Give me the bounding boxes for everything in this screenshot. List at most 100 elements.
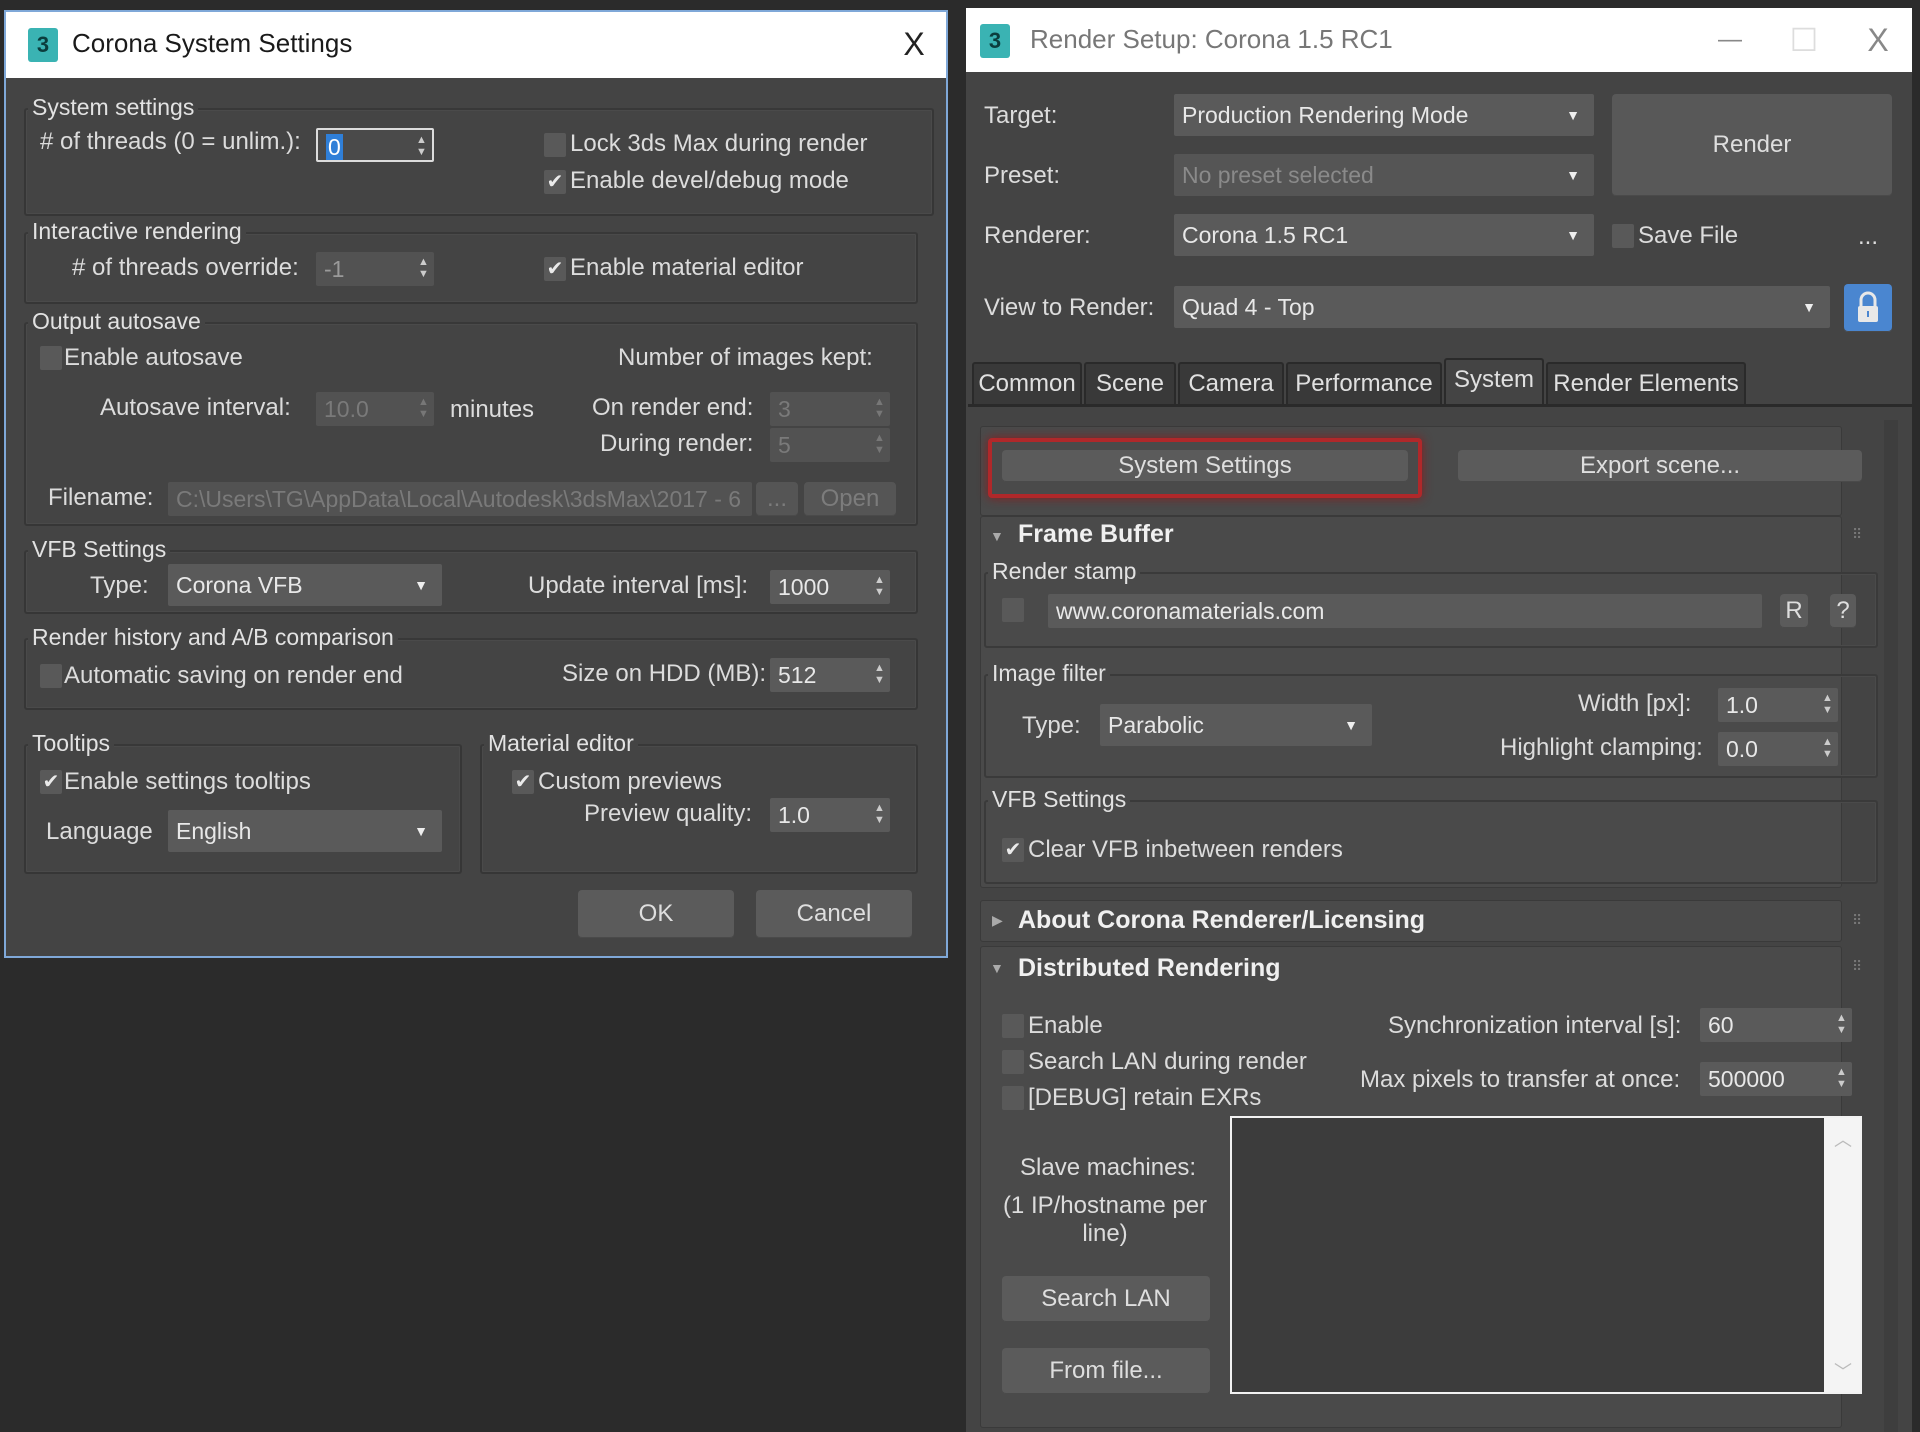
spinner-arrows-icon[interactable]: ▲ ▼ — [1836, 1012, 1847, 1038]
tab-strip-divider — [968, 404, 1912, 407]
render-stamp-r-button[interactable]: R — [1780, 594, 1808, 628]
auto-saving-checkbox[interactable] — [40, 664, 62, 688]
drag-grip-icon[interactable]: ⠿ — [1852, 958, 1862, 975]
maximize-icon[interactable]: ☐ — [1782, 20, 1826, 60]
tab-system[interactable]: System — [1444, 358, 1544, 404]
preview-quality-value: 1.0 — [778, 802, 810, 828]
slave-list-scrollbar[interactable]: ︿ ﹀ — [1824, 1118, 1860, 1392]
material-editor-checkbox[interactable]: ✔ — [544, 257, 566, 281]
spinner-arrows-icon[interactable]: ▲ ▼ — [874, 574, 885, 600]
spinner-arrows-icon[interactable]: ▲ ▼ — [1836, 1066, 1847, 1092]
sync-interval-spinner[interactable]: 60 ▲ ▼ — [1700, 1008, 1852, 1042]
dialog-titlebar[interactable]: 3 Corona System Settings X — [6, 12, 946, 78]
tooltips-group — [24, 744, 462, 874]
minimize-icon[interactable]: — — [1708, 20, 1752, 60]
renderer-label: Renderer: — [984, 222, 1091, 249]
on-render-end-spinner[interactable]: 3 ▲ ▼ — [770, 392, 890, 426]
clear-vfb-checkbox[interactable]: ✔ — [1002, 838, 1024, 862]
language-dropdown[interactable]: English ▼ — [168, 810, 442, 852]
during-render-spinner[interactable]: 5 ▲ ▼ — [770, 428, 890, 462]
tab-common[interactable]: Common — [972, 362, 1082, 404]
save-file-checkbox[interactable] — [1612, 224, 1634, 248]
scroll-down-icon[interactable]: ﹀ — [1834, 1358, 1852, 1384]
spinner-arrows-icon[interactable]: ▲ ▼ — [416, 134, 427, 160]
target-dropdown[interactable]: Production Rendering Mode ▼ — [1174, 94, 1594, 136]
filter-type-dropdown[interactable]: Parabolic ▼ — [1100, 704, 1372, 746]
spinner-arrows-icon[interactable]: ▲ ▼ — [1822, 736, 1833, 762]
filter-width-spinner[interactable]: 1.0 ▲ ▼ — [1718, 688, 1838, 722]
system-settings-button[interactable]: System Settings — [1002, 450, 1408, 482]
spinner-arrows-icon[interactable]: ▲ ▼ — [1822, 692, 1833, 718]
enable-autosave-checkbox[interactable] — [40, 346, 62, 370]
spinner-arrows-icon[interactable]: ▲ ▼ — [874, 662, 885, 688]
during-render-value: 5 — [778, 432, 791, 458]
slave-machines-list[interactable]: ︿ ﹀ — [1230, 1116, 1862, 1394]
drag-grip-icon[interactable]: ⠿ — [1852, 526, 1862, 543]
render-stamp-field[interactable]: www.coronamaterials.com — [1048, 594, 1762, 628]
close-icon[interactable]: X — [892, 24, 936, 64]
spinner-arrows-icon[interactable]: ▲ ▼ — [874, 802, 885, 828]
render-stamp-help-button[interactable]: ? — [1830, 594, 1856, 628]
lock-icon — [1858, 291, 1878, 322]
highlight-clamping-spinner[interactable]: 0.0 ▲ ▼ — [1718, 732, 1838, 766]
tab-performance[interactable]: Performance — [1286, 362, 1442, 404]
devel-debug-label: Enable devel/debug mode — [570, 167, 849, 194]
search-lan-button[interactable]: Search LAN — [1002, 1276, 1210, 1322]
size-on-hdd-spinner[interactable]: 512 ▲ ▼ — [770, 658, 890, 692]
browse-button[interactable]: ... — [756, 482, 798, 516]
view-to-render-dropdown[interactable]: Quad 4 - Top ▼ — [1174, 286, 1830, 328]
lock-max-checkbox[interactable] — [544, 133, 566, 157]
search-lan-during-render-checkbox[interactable] — [1002, 1050, 1024, 1074]
collapse-triangle-icon[interactable]: ▼ — [990, 960, 1004, 976]
filter-width-value: 1.0 — [1726, 692, 1758, 718]
system-settings-group — [24, 108, 934, 216]
threads-spinner[interactable]: 0 ▲ ▼ — [316, 128, 434, 162]
enable-tooltips-checkbox[interactable]: ✔ — [40, 770, 62, 794]
open-button[interactable]: Open — [804, 482, 896, 516]
distributed-rendering-title[interactable]: Distributed Rendering — [1018, 954, 1281, 983]
preview-quality-spinner[interactable]: 1.0 ▲ ▼ — [770, 798, 890, 832]
frame-buffer-title[interactable]: Frame Buffer — [1018, 520, 1174, 549]
lock-view-button[interactable] — [1844, 284, 1892, 332]
close-icon[interactable]: X — [1856, 20, 1900, 60]
renderer-dropdown[interactable]: Corona 1.5 RC1 ▼ — [1174, 214, 1594, 256]
save-file-options-button[interactable]: ... — [1850, 222, 1886, 252]
debug-retain-exrs-checkbox[interactable] — [1002, 1086, 1024, 1110]
dr-enable-checkbox[interactable] — [1002, 1014, 1024, 1038]
drag-grip-icon[interactable]: ⠿ — [1852, 912, 1862, 929]
expand-triangle-icon[interactable]: ▶ — [992, 912, 1003, 929]
preset-dropdown[interactable]: No preset selected ▼ — [1174, 154, 1594, 196]
spinner-arrows-icon[interactable]: ▲ ▼ — [418, 256, 429, 282]
autosave-interval-spinner[interactable]: 10.0 ▲ ▼ — [316, 392, 434, 426]
threads-label: # of threads (0 = unlim.): — [40, 128, 301, 155]
from-file-button[interactable]: From file... — [1002, 1348, 1210, 1394]
render-button[interactable]: Render — [1612, 94, 1892, 196]
update-interval-spinner[interactable]: 1000 ▲ ▼ — [770, 570, 890, 604]
spinner-arrows-icon[interactable]: ▲ ▼ — [418, 396, 429, 422]
vfb-type-dropdown[interactable]: Corona VFB ▼ — [168, 564, 442, 606]
max-pixels-spinner[interactable]: 500000 ▲ ▼ — [1700, 1062, 1852, 1096]
tab-camera[interactable]: Camera — [1178, 362, 1284, 404]
spinner-arrows-icon[interactable]: ▲ ▼ — [874, 432, 885, 458]
ok-button[interactable]: OK — [578, 890, 734, 938]
lock-max-label: Lock 3ds Max during render — [570, 130, 868, 157]
scroll-up-icon[interactable]: ︿ — [1834, 1126, 1852, 1152]
threads-override-spinner[interactable]: -1 ▲ ▼ — [316, 252, 434, 286]
export-scene-button[interactable]: Export scene... — [1458, 450, 1862, 482]
filename-field[interactable]: C:\Users\TG\AppData\Local\Autodesk\3dsMa… — [168, 482, 752, 516]
custom-previews-checkbox[interactable]: ✔ — [512, 770, 534, 794]
about-title[interactable]: About Corona Renderer/Licensing — [1018, 906, 1425, 935]
view-to-render-value: Quad 4 - Top — [1182, 294, 1315, 320]
update-interval-label: Update interval [ms]: — [528, 572, 749, 599]
tab-render-elements[interactable]: Render Elements — [1546, 362, 1746, 404]
render-setup-titlebar[interactable]: 3 Render Setup: Corona 1.5 RC1 — ☐ X — [966, 8, 1912, 72]
cancel-button[interactable]: Cancel — [756, 890, 912, 938]
spinner-arrows-icon[interactable]: ▲ ▼ — [874, 396, 885, 422]
sync-interval-label: Synchronization interval [s]: — [1388, 1012, 1682, 1039]
dialog-title: Corona System Settings — [72, 28, 353, 58]
collapse-triangle-icon[interactable]: ▼ — [990, 528, 1004, 544]
devel-debug-checkbox[interactable]: ✔ — [544, 170, 566, 194]
panel-scrollbar[interactable] — [1884, 420, 1898, 1432]
render-stamp-checkbox[interactable] — [1002, 598, 1024, 622]
tab-scene[interactable]: Scene — [1084, 362, 1176, 404]
